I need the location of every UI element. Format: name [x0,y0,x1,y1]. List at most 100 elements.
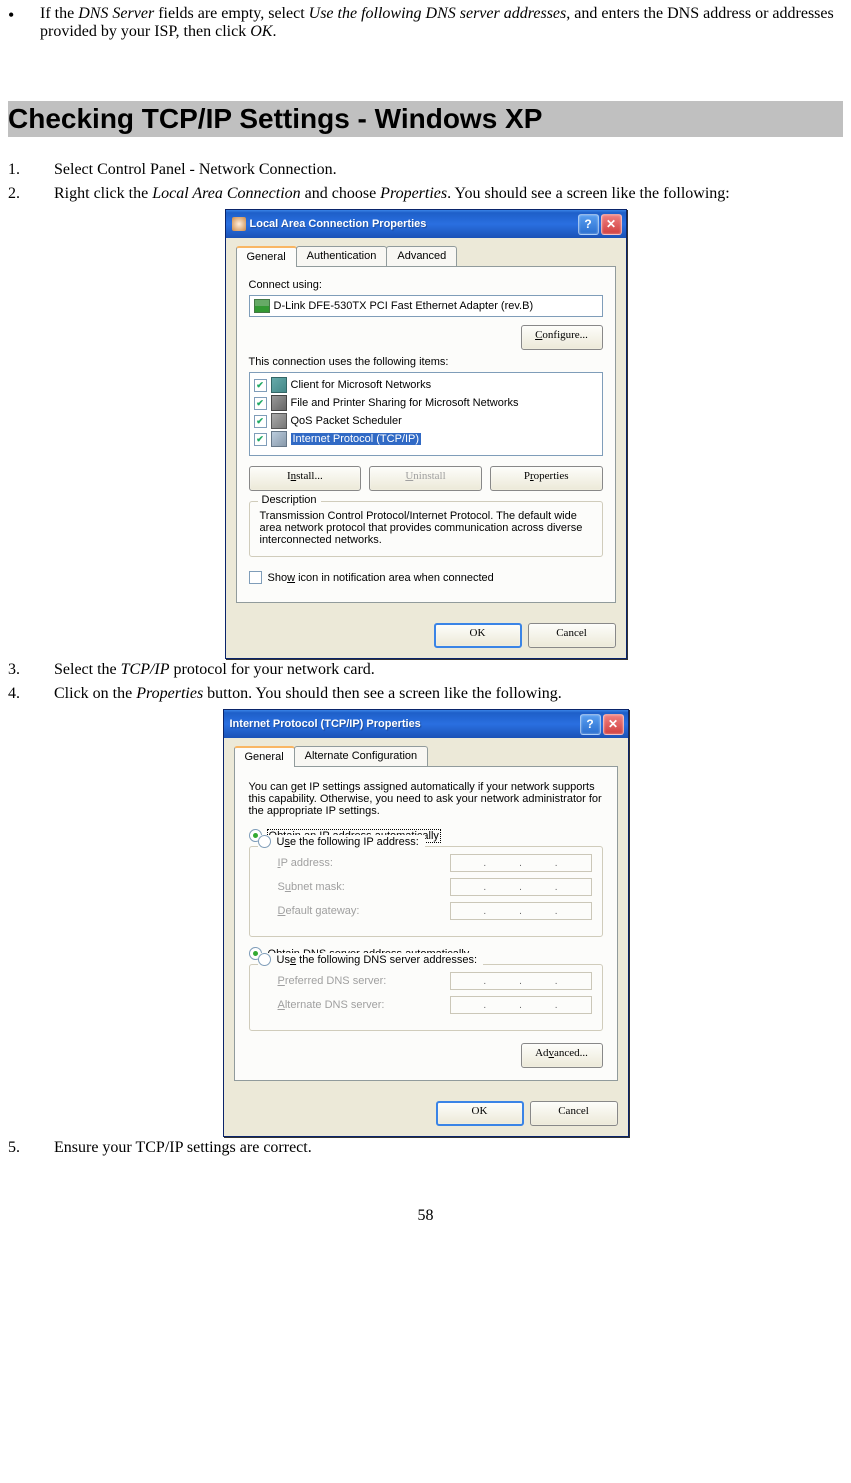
tcpip-icon [271,431,287,447]
radio-icon[interactable] [258,835,271,848]
titlebar[interactable]: Internet Protocol (TCP/IP) Properties ? … [224,710,628,738]
text: Select Control Panel - Network Connectio… [54,161,843,179]
ip-input: ... [450,854,592,872]
t: If the [40,5,78,22]
intro-bullet: • If the DNS Server fields are empty, se… [8,5,843,41]
pref-dns-input: ... [450,972,592,990]
network-adapter-icon [254,299,270,313]
ok-button[interactable]: OK [436,1101,524,1126]
page-heading: Checking TCP/IP Settings - Windows XP [8,101,843,137]
t: button. You should then see a screen lik… [203,685,562,702]
items-listbox[interactable]: ✔ Client for Microsoft Networks ✔ File a… [249,372,603,456]
subnet-row: Subnet mask: ... [278,878,592,896]
step-2: 2. Right click the Local Area Connection… [8,185,843,203]
checkbox-icon[interactable]: ✔ [254,433,267,446]
alt-dns-label: Alternate DNS server: [278,999,385,1011]
t: Properties [136,685,203,702]
text: Click on the Properties button. You shou… [54,685,843,703]
close-icon[interactable]: ✕ [603,714,624,735]
num: 2. [8,185,54,203]
num: 3. [8,661,54,679]
subnet-label: Subnet mask: [278,881,345,893]
use-dns-label: Use the following DNS server addresses: [277,954,478,966]
text: Ensure your TCP/IP settings are correct. [54,1139,843,1157]
radio-icon[interactable] [258,953,271,966]
list-item[interactable]: ✔ Internet Protocol (TCP/IP) [254,430,598,448]
item-label: File and Printer Sharing for Microsoft N… [291,397,519,409]
tab-general[interactable]: General [234,746,295,767]
num: 4. [8,685,54,703]
configure-button[interactable]: CConfigure...onfigure... [521,325,603,350]
properties-button[interactable]: Properties [490,466,603,491]
gateway-row: Default gateway: ... [278,902,592,920]
adapter-field: D-Link DFE-530TX PCI Fast Ethernet Adapt… [249,295,603,317]
item-label: Client for Microsoft Networks [291,379,432,391]
tab-strip: General Alternate Configuration [234,746,618,767]
t: Click on the [54,685,136,702]
alt-dns-input: ... [450,996,592,1014]
tab-alternate[interactable]: Alternate Configuration [294,746,429,766]
t: . You should see a screen like the follo… [447,185,730,202]
install-button[interactable]: Install... [249,466,362,491]
pref-dns-label: Preferred DNS server: [278,975,387,987]
t: fields are empty, select [154,5,308,22]
step-1: 1. Select Control Panel - Network Connec… [8,161,843,179]
tab-advanced[interactable]: Advanced [386,246,457,266]
tab-authentication[interactable]: Authentication [296,246,388,266]
ok-label: OK [250,23,272,40]
t: Properties [380,185,447,202]
checkbox-icon[interactable]: ✔ [254,415,267,428]
step-5: 5. Ensure your TCP/IP settings are corre… [8,1139,843,1157]
cancel-button[interactable]: Cancel [528,623,616,648]
t: Local Area Connection [152,185,300,202]
connect-using-label: Connect using: [249,279,603,291]
use-following-label: Use the following DNS server addresses [309,5,567,22]
subnet-input: ... [450,878,592,896]
share-icon [271,395,287,411]
checkbox-icon[interactable]: ✔ [254,379,267,392]
alt-dns-row: Alternate DNS server: ... [278,996,592,1014]
tab-strip: General Authentication Advanced [236,246,616,267]
description-group: Description Transmission Control Protoco… [249,501,603,557]
use-dns-radio[interactable]: Use the following DNS server addresses: [258,953,484,966]
step-4: 4. Click on the Properties button. You s… [8,685,843,703]
t: and choose [301,185,381,202]
step-3: 3. Select the TCP/IP protocol for your n… [8,661,843,679]
t: Select the [54,661,121,678]
ip-label: IP address: [278,857,333,869]
close-icon[interactable]: ✕ [601,214,622,235]
bullet-marker: • [8,5,40,41]
show-icon-label: Show icon in notification area when conn… [268,572,494,584]
list-item[interactable]: ✔ QoS Packet Scheduler [254,412,598,430]
cancel-button[interactable]: Cancel [530,1101,618,1126]
tab-general[interactable]: General [236,246,297,267]
list-item[interactable]: ✔ File and Printer Sharing for Microsoft… [254,394,598,412]
use-ip-radio[interactable]: Use the following IP address: [258,835,425,848]
item-label: QoS Packet Scheduler [291,415,402,427]
t: . [272,23,276,40]
conn-items-label: This connection uses the following items… [249,356,603,368]
adapter-name: D-Link DFE-530TX PCI Fast Ethernet Adapt… [274,300,534,312]
t: TCP/IP [121,661,170,678]
dns-server-label: DNS Server [78,5,154,22]
titlebar[interactable]: Local Area Connection Properties ? ✕ [226,210,626,238]
list-item[interactable]: ✔ Client for Microsoft Networks [254,376,598,394]
tcpip-properties-dialog: Internet Protocol (TCP/IP) Properties ? … [223,709,629,1137]
client-icon [271,377,287,393]
page-number: 58 [8,1207,843,1225]
title-text: Internet Protocol (TCP/IP) Properties [230,718,421,730]
help-icon[interactable]: ? [580,714,601,735]
title-text: Local Area Connection Properties [250,218,427,230]
show-icon-checkbox[interactable]: ✔ [249,571,262,584]
advanced-button[interactable]: Advanced... [521,1043,603,1068]
checkbox-icon[interactable]: ✔ [254,397,267,410]
gateway-label: Default gateway: [278,905,360,917]
help-icon[interactable]: ? [578,214,599,235]
num: 5. [8,1139,54,1157]
use-ip-label: Use the following IP address: [277,836,419,848]
t: protocol for your network card. [170,661,375,678]
ok-button[interactable]: OK [434,623,522,648]
gateway-input: ... [450,902,592,920]
lac-properties-dialog: Local Area Connection Properties ? ✕ Gen… [225,209,627,659]
num: 1. [8,161,54,179]
